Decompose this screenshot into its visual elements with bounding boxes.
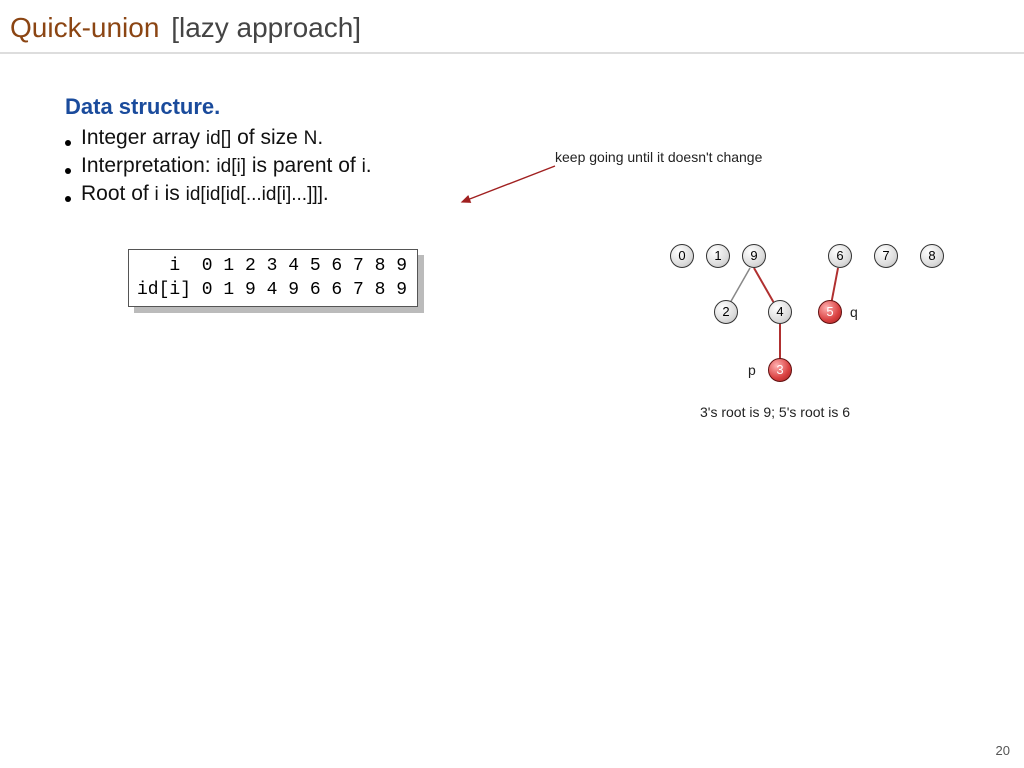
tree-node-8: 8 <box>920 244 944 268</box>
page-number: 20 <box>996 743 1010 758</box>
tree-node-5: 5 <box>818 300 842 324</box>
forest-diagram: 0 1 9 6 7 8 2 4 5 3 q p 3's root is 9; 5… <box>670 244 1000 464</box>
tree-node-2: 2 <box>714 300 738 324</box>
tree-edges <box>670 244 1000 464</box>
bullet-dot-icon <box>65 196 71 202</box>
tree-caption: 3's root is 9; 5's root is 6 <box>700 404 850 420</box>
bullet-dot-icon <box>65 140 71 146</box>
tree-node-6: 6 <box>828 244 852 268</box>
array-content: i 0 1 2 3 4 5 6 7 8 9 id[i] 0 1 9 4 9 6 … <box>128 249 418 307</box>
arrow-icon <box>450 160 560 210</box>
bullet-dot-icon <box>65 168 71 174</box>
section-heading: Data structure. <box>65 94 1024 120</box>
content-area: Data structure. Integer array id[] of si… <box>0 54 1024 206</box>
title-bar: Quick-union [lazy approach] <box>0 0 1024 54</box>
bullet-text: Root of i is id[id[id[...id[i]...]]]. <box>81 182 329 206</box>
label-p: p <box>748 362 756 378</box>
label-q: q <box>850 304 858 320</box>
tree-node-4: 4 <box>768 300 792 324</box>
bullet-text: Interpretation: id[i] is parent of i. <box>81 154 372 178</box>
annotation-text: keep going until it doesn't change <box>555 149 762 165</box>
tree-node-3: 3 <box>768 358 792 382</box>
tree-node-1: 1 <box>706 244 730 268</box>
array-table: i 0 1 2 3 4 5 6 7 8 9 id[i] 0 1 9 4 9 6 … <box>128 249 418 307</box>
tree-node-7: 7 <box>874 244 898 268</box>
title-sub: [lazy approach] <box>163 12 361 43</box>
title-main: Quick-union <box>10 12 159 43</box>
tree-node-9: 9 <box>742 244 766 268</box>
bullet-text: Integer array id[] of size N. <box>81 126 323 150</box>
bullet-item: Integer array id[] of size N. <box>65 126 1024 150</box>
tree-node-0: 0 <box>670 244 694 268</box>
